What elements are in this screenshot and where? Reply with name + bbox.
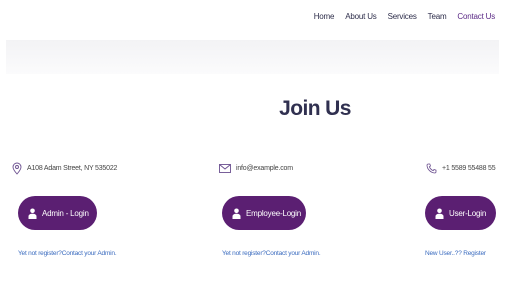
user-register-link[interactable]: New User..?? Register <box>425 250 486 257</box>
nav-contact-us[interactable]: Contact Us <box>457 12 495 21</box>
user-login-button[interactable]: User-Login <box>425 196 496 230</box>
employee-login-button[interactable]: Employee-Login <box>222 196 306 230</box>
admin-login-button[interactable]: Admin - Login <box>18 196 97 230</box>
nav-services[interactable]: Services <box>388 12 417 21</box>
nav-team[interactable]: Team <box>428 12 447 21</box>
employee-register-note[interactable]: Yet not register?Contact your Admin. <box>222 250 321 257</box>
nav-menu: Home About Us Services Team Contact Us <box>314 12 495 21</box>
phone-block: +1 5589 55488 55 <box>426 160 496 176</box>
user-icon <box>435 208 444 219</box>
address-block: A108 Adam Street, NY 535022 <box>12 160 117 176</box>
phone-text: +1 5589 55488 55 <box>442 164 496 172</box>
top-navigation: Home About Us Services Team Contact Us <box>0 0 505 40</box>
admin-register-note[interactable]: Yet not register?Contact your Admin. <box>18 250 117 257</box>
nav-about-us[interactable]: About Us <box>345 12 377 21</box>
user-login-label: User-Login <box>449 208 487 218</box>
page-title: Join Us <box>279 97 351 120</box>
phone-icon <box>426 163 437 174</box>
map-pin-icon <box>12 162 22 175</box>
employee-login-label: Employee-Login <box>246 208 302 218</box>
admin-login-label: Admin - Login <box>42 208 89 218</box>
user-icon <box>232 208 241 219</box>
user-icon <box>28 208 37 219</box>
address-text: A108 Adam Street, NY 535022 <box>27 164 118 172</box>
email-text: info@example.com <box>236 164 293 172</box>
hero-band <box>6 40 499 74</box>
nav-home[interactable]: Home <box>314 12 335 21</box>
envelope-icon <box>219 163 231 173</box>
email-block: info@example.com <box>219 160 293 176</box>
